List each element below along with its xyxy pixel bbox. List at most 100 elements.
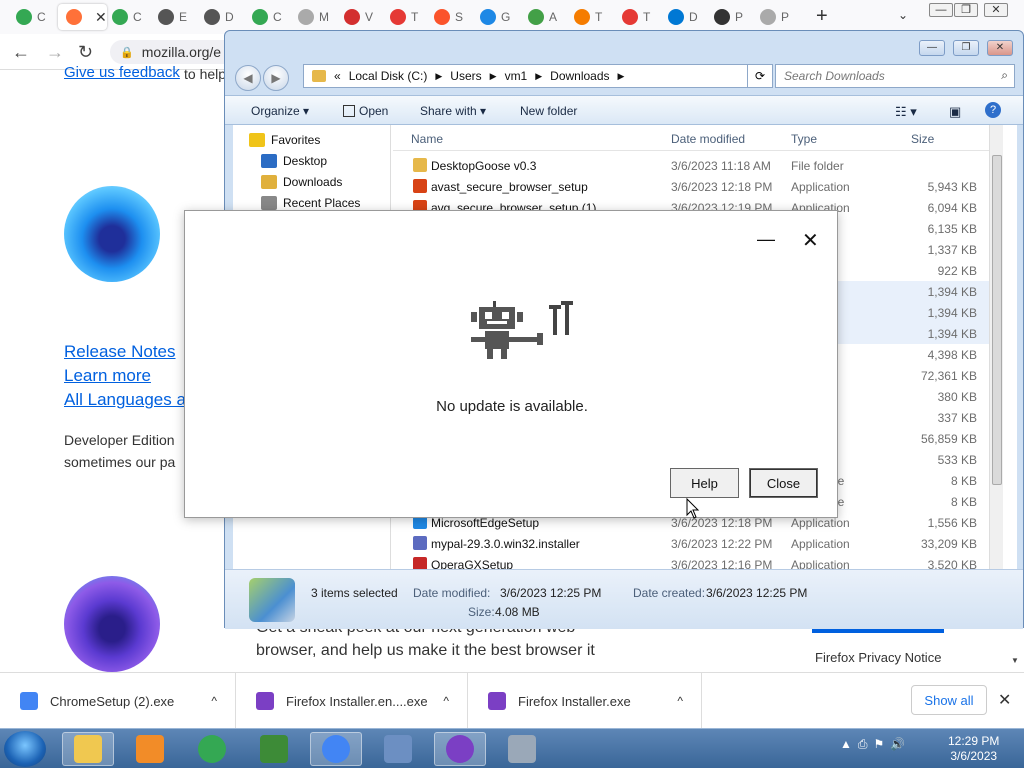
new-tab-icon[interactable]: +: [816, 5, 828, 28]
new-folder-button[interactable]: New folder: [520, 104, 577, 118]
file-row[interactable]: avast_secure_browser_setup 3/6/2023 12:18…: [393, 176, 1003, 197]
window-restore-icon[interactable]: ❐: [954, 3, 978, 17]
taskbar-control-panel[interactable]: [372, 732, 424, 766]
window-minimize-icon[interactable]: —: [929, 3, 953, 17]
share-with-button[interactable]: Share with ▾: [420, 104, 486, 118]
show-hidden-icons-icon[interactable]: ▲: [840, 737, 852, 752]
breadcrumb-vm1[interactable]: vm1: [505, 69, 528, 83]
scrollbar-thumb[interactable]: [992, 155, 1002, 485]
downloads-bar: ChromeSetup (2).exe ^ Firefox Installer.en…: [0, 672, 1024, 729]
taskbar-chrome-2[interactable]: [310, 732, 362, 766]
breadcrumb-local-disk[interactable]: Local Disk (C:): [349, 69, 428, 83]
browser-tab[interactable]: T: [566, 4, 602, 30]
browser-tab[interactable]: V: [336, 4, 373, 30]
browser-tab[interactable]: D: [660, 4, 698, 30]
taskbar-explorer[interactable]: [62, 732, 114, 766]
column-type[interactable]: Type: [791, 132, 817, 146]
file-size: 922 KB: [937, 264, 977, 278]
taskbar-chrome[interactable]: [186, 732, 238, 766]
reload-icon[interactable]: ↻: [78, 42, 93, 63]
clock[interactable]: 12:29 PM 3/6/2023: [948, 734, 999, 764]
downloads-close-icon[interactable]: ✕: [998, 690, 1011, 710]
release-notes-link[interactable]: Release Notes: [64, 342, 176, 362]
back-icon[interactable]: ◀: [235, 65, 261, 91]
chevron-up-icon[interactable]: ^: [443, 694, 449, 708]
browser-tab[interactable]: D: [196, 4, 234, 30]
browser-tab[interactable]: P: [752, 4, 789, 30]
chevron-up-icon[interactable]: ^: [211, 694, 217, 708]
chevron-up-icon[interactable]: ^: [677, 694, 683, 708]
close-icon[interactable]: ✕: [987, 40, 1013, 56]
column-date-modified[interactable]: Date modified: [671, 132, 745, 146]
organize-button[interactable]: Organize ▾: [251, 104, 309, 118]
nav-item-recent-places[interactable]: Recent Places: [261, 196, 360, 210]
system-tray: ▲ ⎙ ⚑ 🔊: [840, 737, 905, 752]
taskbar-csharp[interactable]: [248, 732, 300, 766]
close-button[interactable]: Close: [749, 468, 818, 498]
browser-tab[interactable]: G: [472, 4, 510, 30]
privacy-notice-link[interactable]: Firefox Privacy Notice: [815, 650, 941, 665]
taskbar-media[interactable]: [124, 732, 176, 766]
download-item[interactable]: ChromeSetup (2).exe ^: [0, 673, 236, 729]
browser-tab[interactable]: T: [382, 4, 418, 30]
download-item[interactable]: Firefox Installer.en....exe ^: [236, 673, 468, 729]
breadcrumb[interactable]: « Local Disk (C:) ▶ Users ▶ vm1 ▶ Downloads…: [303, 64, 763, 88]
maximize-icon[interactable]: ❐: [953, 40, 979, 56]
file-row[interactable]: mypal-29.3.0.win32.installer 3/6/2023 12:…: [393, 533, 1003, 554]
dialog-close-icon[interactable]: ✕: [802, 228, 819, 253]
view-options-icon[interactable]: ☷ ▾: [895, 104, 917, 120]
browser-tab[interactable]: A: [520, 4, 557, 30]
browser-tab[interactable]: P: [706, 4, 743, 30]
open-button[interactable]: Open: [343, 104, 388, 118]
learn-more-link[interactable]: Learn more: [64, 366, 151, 386]
browser-tab[interactable]: ✕: [58, 4, 107, 30]
breadcrumb-overflow[interactable]: «: [334, 69, 341, 83]
file-name: MicrosoftEdgeSetup: [431, 516, 540, 530]
browser-tab[interactable]: T: [614, 4, 650, 30]
file-name: avast_secure_browser_setup: [431, 180, 588, 194]
browser-tab[interactable]: C: [104, 4, 142, 30]
minimize-icon[interactable]: —: [919, 40, 945, 56]
action-center-icon[interactable]: ⚑: [874, 737, 885, 752]
column-size[interactable]: Size: [911, 132, 934, 146]
back-arrow-icon[interactable]: ←: [12, 42, 30, 63]
browser-tab[interactable]: S: [426, 4, 463, 30]
breadcrumb-users[interactable]: Users: [450, 69, 481, 83]
breadcrumb-downloads[interactable]: Downloads: [550, 69, 609, 83]
file-row[interactable]: DesktopGoose v0.3 3/6/2023 11:18 AM File f…: [393, 155, 1003, 176]
forward-icon[interactable]: ▶: [263, 65, 289, 91]
start-button-icon[interactable]: [4, 731, 46, 767]
forward-arrow-icon[interactable]: →: [46, 42, 64, 63]
feedback-link[interactable]: Give us feedback: [64, 64, 180, 81]
preview-pane-icon[interactable]: ▣: [949, 104, 961, 120]
taskbar-firefox[interactable]: [434, 732, 486, 766]
show-all-button[interactable]: Show all: [911, 685, 987, 715]
help-button[interactable]: Help: [670, 468, 739, 498]
search-input[interactable]: Search Downloads ⌕: [775, 64, 1015, 88]
tab-favicon-icon: [528, 9, 544, 25]
nav-item-downloads[interactable]: Downloads: [261, 175, 342, 189]
nav-item-desktop[interactable]: Desktop: [261, 154, 327, 168]
file-size: 6,094 KB: [927, 201, 977, 215]
browser-tab[interactable]: M: [290, 4, 329, 30]
browser-tab[interactable]: C: [8, 4, 46, 30]
help-icon[interactable]: ?: [985, 102, 1001, 118]
nav-item-favorites[interactable]: Favorites: [249, 133, 320, 147]
window-close-icon[interactable]: ✕: [984, 3, 1008, 17]
volume-icon[interactable]: 🔊: [890, 737, 905, 752]
vertical-scrollbar[interactable]: [989, 125, 1003, 569]
refresh-icon[interactable]: ⟳: [747, 64, 773, 88]
taskbar-installer[interactable]: [496, 732, 548, 766]
url-bar[interactable]: 🔒 mozilla.org/e: [110, 40, 240, 64]
page-scroll-down-icon[interactable]: ▼: [1011, 656, 1019, 665]
dialog-minimize-icon[interactable]: —: [757, 229, 775, 250]
download-item[interactable]: Firefox Installer.exe ^: [468, 673, 702, 729]
selection-files-icon: [249, 578, 295, 622]
browser-tab[interactable]: C: [244, 4, 282, 30]
column-name[interactable]: Name: [411, 132, 443, 146]
file-size: 1,556 KB: [927, 516, 977, 530]
tab-list-icon[interactable]: ⌄: [898, 8, 908, 22]
network-icon[interactable]: ⎙: [858, 737, 868, 752]
all-languages-link[interactable]: All Languages a: [64, 390, 186, 410]
browser-tab[interactable]: E: [150, 4, 187, 30]
